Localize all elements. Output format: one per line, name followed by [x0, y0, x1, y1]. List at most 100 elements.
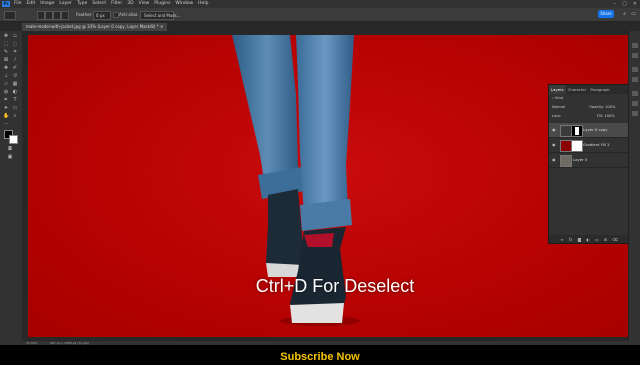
- quick-selection-tool-icon[interactable]: ✎: [3, 50, 9, 55]
- layer-mask-thumbnail[interactable]: [571, 125, 583, 137]
- quick-mask-icon[interactable]: ◘: [7, 147, 13, 152]
- layers-panel: Layers Character Paragraph ⌕ Kind Normal…: [548, 84, 630, 244]
- layer-name: Layer 0: [573, 157, 588, 162]
- layers-panel-icon[interactable]: [632, 91, 638, 96]
- menu-file[interactable]: File: [14, 0, 22, 8]
- lasso-tool-icon[interactable]: ◌: [12, 42, 18, 47]
- search-icon[interactable]: ⌕: [623, 10, 626, 19]
- tab-paragraph[interactable]: Paragraph: [588, 85, 611, 94]
- menu-help[interactable]: Help: [198, 0, 208, 8]
- tab-character[interactable]: Character: [566, 85, 589, 94]
- fx-icon[interactable]: fx: [569, 237, 573, 242]
- menu-edit[interactable]: Edit: [27, 0, 36, 8]
- channels-panel-icon[interactable]: [632, 101, 638, 106]
- crop-tool-icon[interactable]: ⌗: [12, 50, 18, 55]
- document-tab[interactable]: male-model-with-jacket.jpg @ 33% (Layer …: [22, 23, 168, 31]
- properties-panel-icon[interactable]: [632, 67, 638, 72]
- color-panel-icon[interactable]: [632, 43, 638, 48]
- visibility-eye-icon[interactable]: ◉: [552, 127, 556, 132]
- fill-label: Fill:: [597, 114, 604, 118]
- minimize-button[interactable]: –: [614, 0, 617, 8]
- antialias-label: Anti-alias: [119, 12, 138, 17]
- eyedropper-tool-icon[interactable]: ⁄: [12, 58, 18, 63]
- layers-panel-footer: ∞ fx ◙ ◐ ▭ ⊞ ⌫: [549, 235, 629, 243]
- brush-tool-icon[interactable]: ✐: [12, 66, 18, 71]
- panel-tabs: Layers Character Paragraph: [549, 85, 629, 94]
- hand-tool-icon[interactable]: ✋: [3, 114, 9, 119]
- layer-row[interactable]: ◉ Layer 0: [549, 153, 629, 168]
- blur-tool-icon[interactable]: ◍: [3, 90, 9, 95]
- more-tools-icon[interactable]: ⋯: [3, 122, 9, 127]
- history-brush-tool-icon[interactable]: ↺: [12, 74, 18, 79]
- visibility-eye-icon[interactable]: ◉: [552, 157, 556, 162]
- move-tool-icon[interactable]: ✥: [3, 34, 9, 39]
- swatches-panel-icon[interactable]: [632, 53, 638, 58]
- intersect-selection-mode[interactable]: [61, 11, 69, 20]
- filter-row: ⌕ Kind: [549, 95, 629, 102]
- layer-mask-thumbnail[interactable]: [571, 140, 583, 152]
- dodge-tool-icon[interactable]: ◐: [12, 90, 18, 95]
- mask-icon[interactable]: ◙: [577, 237, 581, 242]
- link-icon[interactable]: ∞: [560, 237, 563, 242]
- document-canvas[interactable]: Ctrl+D For Deselect: [28, 35, 628, 337]
- layer-row[interactable]: ◉ Gradient Fill 1: [549, 138, 629, 153]
- menu-bar: Ps File Edit Image Layer Type Select Fil…: [0, 0, 640, 8]
- menu-window[interactable]: Window: [175, 0, 193, 8]
- menu-filter[interactable]: Filter: [111, 0, 122, 8]
- menu-select[interactable]: Select: [92, 0, 106, 8]
- photoshop-logo: Ps: [2, 1, 10, 7]
- marquee-tool-icon[interactable]: ⬚: [3, 42, 9, 47]
- screen-mode-icon[interactable]: ▣: [7, 155, 13, 160]
- zoom-tool-icon[interactable]: ⌕: [12, 114, 18, 119]
- layer-name: Gradient Fill 1: [583, 142, 610, 147]
- type-tool-icon[interactable]: T: [12, 98, 18, 103]
- pen-tool-icon[interactable]: ✒: [3, 98, 9, 103]
- menu-plugins[interactable]: Plugins: [154, 0, 170, 8]
- frame-tool-icon[interactable]: ⊠: [3, 58, 9, 63]
- gradient-tool-icon[interactable]: ▦: [12, 82, 18, 87]
- feather-input[interactable]: 0 px: [93, 11, 111, 20]
- tool-preset-picker[interactable]: [4, 11, 16, 20]
- layer-name: Layer 0 copy: [583, 127, 608, 132]
- share-button[interactable]: Share: [598, 10, 614, 18]
- feather-value: 0 px: [96, 13, 105, 18]
- healing-brush-tool-icon[interactable]: ✚: [3, 66, 9, 71]
- clone-stamp-tool-icon[interactable]: ⊥: [3, 74, 9, 79]
- close-window-button[interactable]: ✕: [633, 0, 637, 8]
- fill-value[interactable]: 100%: [604, 114, 614, 118]
- blend-mode-select[interactable]: Normal: [552, 104, 588, 111]
- artboard-tool-icon[interactable]: ▫: [12, 34, 18, 39]
- path-selection-tool-icon[interactable]: ➤: [3, 106, 9, 111]
- menu-layer[interactable]: Layer: [59, 0, 72, 8]
- background-color-swatch[interactable]: [9, 135, 18, 144]
- mask-shape: [575, 127, 579, 135]
- new-selection-mode[interactable]: [37, 11, 45, 20]
- paths-panel-icon[interactable]: [632, 111, 638, 116]
- subscribe-text: Subscribe Now: [280, 351, 360, 363]
- new-layer-icon[interactable]: ⊞: [604, 237, 607, 242]
- folder-icon[interactable]: ▭: [595, 237, 599, 242]
- menu-view[interactable]: View: [139, 0, 150, 8]
- workspace-icon[interactable]: ▭: [631, 10, 636, 19]
- adjustments-panel-icon[interactable]: [632, 77, 638, 82]
- eraser-tool-icon[interactable]: ▱: [3, 82, 9, 87]
- visibility-eye-icon[interactable]: ◉: [552, 142, 556, 147]
- rectangle-tool-icon[interactable]: ▭: [12, 106, 18, 111]
- maximize-button[interactable]: ▢: [622, 0, 627, 8]
- select-and-mask-label: Select and Mask...: [144, 13, 181, 18]
- lock-row: Lock: Fill: 100%: [549, 113, 629, 120]
- menu-3d[interactable]: 3D: [127, 0, 133, 8]
- subtract-selection-mode[interactable]: [53, 11, 61, 20]
- trash-icon[interactable]: ⌫: [612, 237, 618, 242]
- tab-layers[interactable]: Layers: [549, 85, 566, 94]
- layer-row[interactable]: ◉ Layer 0 copy: [549, 123, 629, 138]
- kind-filter[interactable]: Kind: [555, 96, 563, 100]
- search-icon: ⌕: [552, 96, 555, 100]
- menu-type[interactable]: Type: [77, 0, 87, 8]
- add-selection-mode[interactable]: [45, 11, 53, 20]
- select-and-mask-button[interactable]: Select and Mask...: [140, 11, 181, 20]
- canvas-area: Ctrl+D For Deselect: [22, 31, 628, 341]
- menu-image[interactable]: Image: [40, 0, 54, 8]
- adjustment-icon[interactable]: ◐: [586, 237, 590, 242]
- opacity-value[interactable]: 100%: [605, 105, 615, 109]
